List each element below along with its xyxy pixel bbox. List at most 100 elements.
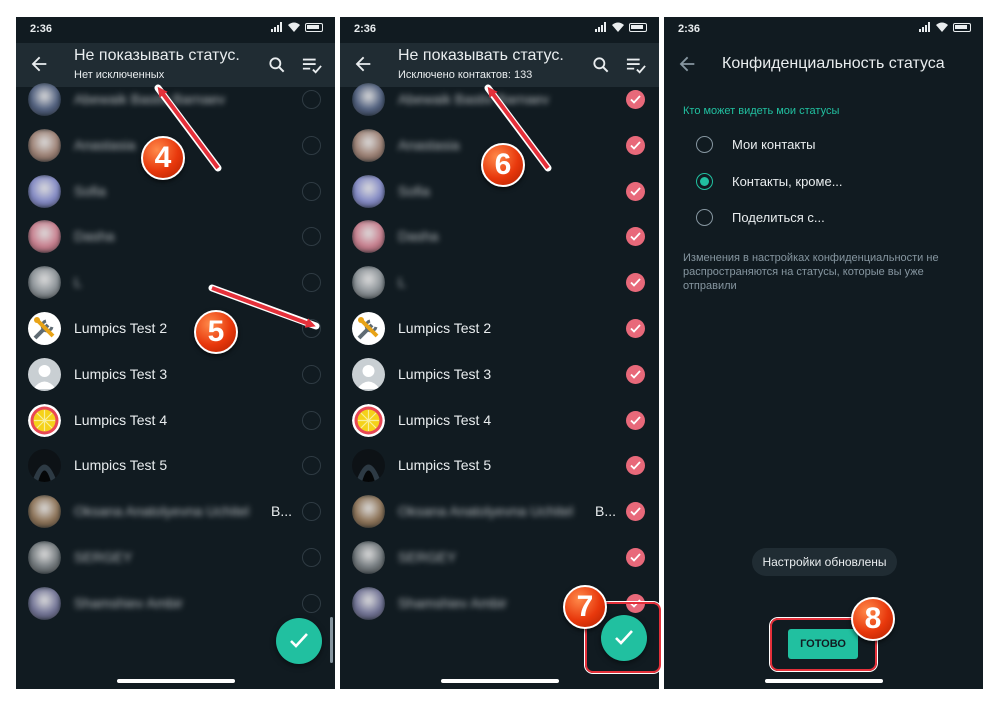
- contact-row[interactable]: Abewaik Bastiv Barnaev: [340, 77, 659, 123]
- contact-row[interactable]: L: [16, 260, 335, 306]
- contact-row[interactable]: Lumpics Test 4: [16, 398, 335, 444]
- scrollbar[interactable]: [330, 617, 333, 663]
- search-icon[interactable]: [591, 55, 611, 75]
- checkbox-checked[interactable]: [626, 273, 645, 293]
- checkbox[interactable]: [302, 364, 321, 384]
- page-title: Конфиденциальность статуса: [722, 55, 945, 72]
- contact-row[interactable]: Dasha: [16, 214, 335, 260]
- contact-row[interactable]: SERGEY: [340, 535, 659, 581]
- page-title: Не показывать статус.: [398, 47, 564, 64]
- contact-name: Anastasia: [398, 136, 460, 153]
- contact-row[interactable]: Lumpics Test 5: [16, 443, 335, 489]
- contact-name-suffix: В...: [595, 503, 617, 520]
- screen-exclude-contacts-all: 2:36 Не показывать статус. Исключено кон…: [340, 17, 659, 689]
- option-share-with[interactable]: Поделиться с...: [696, 203, 956, 233]
- contact-row[interactable]: L: [340, 260, 659, 306]
- contact-name: Lumpics Test 4: [74, 411, 168, 428]
- confirm-button[interactable]: [276, 618, 322, 664]
- contact-row[interactable]: Oksana Anatolyevna Uchitel В...: [16, 489, 335, 535]
- contact-avatar: [352, 541, 385, 574]
- checkbox[interactable]: [302, 90, 321, 109]
- checkbox-checked[interactable]: [626, 135, 645, 155]
- select-all-icon[interactable]: [301, 55, 323, 75]
- checkbox-checked[interactable]: [626, 181, 645, 201]
- back-arrow-icon[interactable]: [676, 53, 698, 75]
- select-all-icon[interactable]: [625, 55, 647, 75]
- option-label: Мои контакты: [732, 137, 816, 152]
- contact-avatar: [28, 357, 61, 391]
- checkbox[interactable]: [302, 181, 321, 201]
- option-my-contacts[interactable]: Мои контакты: [696, 130, 956, 160]
- contact-name: Shamshiev Ambir: [398, 594, 507, 611]
- contact-name: Abewaik Bastiv Barnaev: [74, 91, 225, 107]
- contact-avatar: [352, 220, 385, 254]
- signal-icon: [595, 22, 607, 32]
- gesture-bar[interactable]: [116, 679, 235, 683]
- check-icon: [630, 415, 641, 425]
- status-time: 2:36: [30, 23, 53, 35]
- checkbox[interactable]: [302, 273, 321, 293]
- battery-icon: [953, 22, 971, 32]
- contact-name: Lumpics Test 4: [398, 411, 492, 428]
- signal-icon: [271, 22, 283, 32]
- section-label: Кто может видеть мои статусы: [683, 105, 840, 117]
- battery-icon: [629, 22, 647, 32]
- checkbox-checked[interactable]: [626, 227, 645, 247]
- checkbox-checked[interactable]: [626, 364, 645, 384]
- contact-name: Lumpics Test 2: [74, 320, 168, 336]
- contact-avatar: [352, 312, 385, 345]
- contact-row[interactable]: Lumpics Test 5: [340, 443, 659, 489]
- contact-row[interactable]: Dasha: [340, 214, 659, 260]
- contact-avatar: [28, 495, 61, 529]
- checkbox-checked[interactable]: [626, 319, 645, 338]
- checkbox[interactable]: [302, 410, 321, 430]
- contact-row[interactable]: Abewaik Bastiv Barnaev: [16, 77, 335, 123]
- step-badge-8: 8: [851, 597, 895, 641]
- contact-avatar: [352, 403, 385, 437]
- contact-name-suffix: В...: [271, 503, 293, 520]
- radio-button-selected[interactable]: [696, 173, 713, 190]
- checkbox[interactable]: [302, 502, 321, 522]
- checkbox[interactable]: [302, 135, 321, 155]
- status-bar: 2:36: [340, 17, 659, 41]
- contact-row[interactable]: Oksana Anatolyevna Uchitel В...: [340, 489, 659, 535]
- check-icon: [630, 461, 641, 471]
- contact-avatar: [28, 541, 61, 574]
- back-arrow-icon[interactable]: [28, 53, 50, 75]
- checkbox-checked[interactable]: [626, 410, 645, 430]
- checkbox-checked[interactable]: [626, 90, 645, 109]
- contact-row[interactable]: Lumpics Test 3: [340, 352, 659, 398]
- checkbox[interactable]: [302, 548, 321, 567]
- checkbox[interactable]: [302, 227, 321, 247]
- radio-button[interactable]: [696, 136, 713, 153]
- contact-name: SERGEY: [74, 549, 133, 565]
- wifi-icon: [288, 22, 300, 32]
- contact-name: Anastasia: [74, 136, 136, 153]
- checkbox[interactable]: [302, 593, 321, 613]
- checkbox-checked[interactable]: [626, 502, 645, 522]
- gesture-bar[interactable]: [764, 679, 883, 683]
- screen-exclude-contacts-empty: 2:36 Не показывать статус. Нет исключенн…: [16, 17, 335, 689]
- contact-row[interactable]: Lumpics Test 4: [340, 398, 659, 444]
- option-contacts-except[interactable]: Контакты, кроме...: [696, 167, 956, 197]
- check-icon: [630, 553, 641, 562]
- contact-avatar: [352, 586, 385, 620]
- check-icon: [630, 95, 641, 104]
- back-arrow-icon[interactable]: [352, 53, 374, 75]
- search-icon[interactable]: [267, 55, 287, 75]
- contact-avatar: [28, 128, 61, 162]
- contact-row[interactable]: Lumpics Test 3: [16, 352, 335, 398]
- check-icon: [630, 232, 641, 242]
- contact-row[interactable]: Lumpics Test 2: [16, 306, 335, 352]
- checkbox-checked[interactable]: [626, 548, 645, 567]
- checkbox[interactable]: [302, 319, 321, 338]
- gesture-bar[interactable]: [440, 679, 559, 683]
- contact-name: Dasha: [398, 228, 439, 245]
- contact-row[interactable]: SERGEY: [16, 535, 335, 581]
- checkbox[interactable]: [302, 456, 321, 476]
- radio-button[interactable]: [696, 209, 713, 226]
- contact-row[interactable]: Lumpics Test 2: [340, 306, 659, 352]
- checkbox-checked[interactable]: [626, 456, 645, 476]
- wifi-icon: [936, 22, 948, 32]
- status-bar: 2:36: [16, 17, 335, 41]
